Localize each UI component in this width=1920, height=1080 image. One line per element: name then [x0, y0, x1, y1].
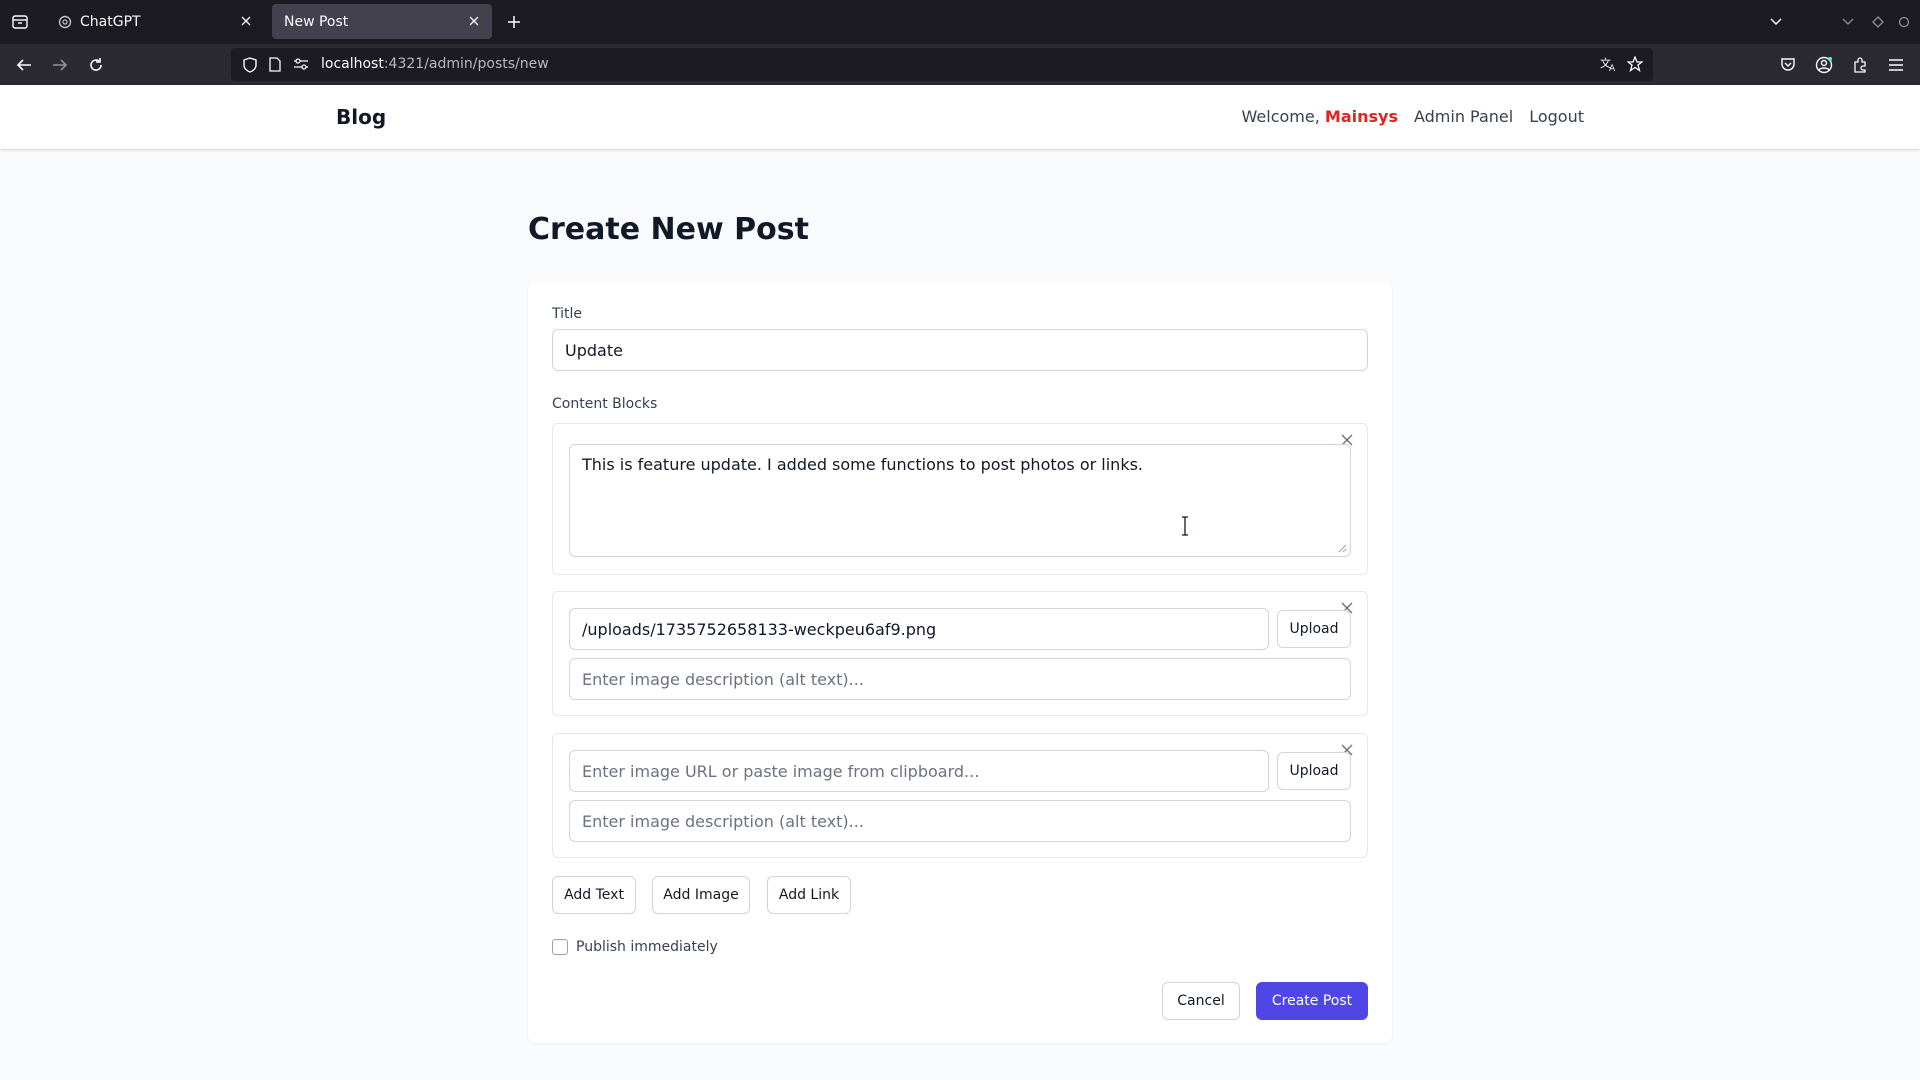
upload-button[interactable]: Upload — [1277, 610, 1351, 648]
add-text-button[interactable]: Add Text — [552, 876, 636, 914]
svg-text:A: A — [1609, 64, 1616, 72]
create-post-button[interactable]: Create Post — [1256, 982, 1368, 1020]
create-post-form: Title Update Content Blocks This is feat… — [528, 281, 1392, 1043]
text-content-block: This is feature update. I added some fun… — [552, 423, 1368, 575]
translate-icon[interactable]: 文A — [1600, 56, 1618, 72]
permissions-icon[interactable] — [293, 58, 309, 70]
address-bar[interactable]: localhost:4321/admin/posts/new 文A — [231, 48, 1653, 81]
text-cursor-icon — [1182, 516, 1188, 536]
image-content-block: /uploads/1735752658133-weckpeu6af9.png U… — [552, 591, 1368, 716]
tab-title: New Post — [284, 13, 349, 30]
publish-label[interactable]: Publish immediately — [576, 939, 718, 955]
image-alt-input[interactable]: Enter image description (alt text)... — [569, 658, 1351, 700]
reload-icon[interactable] — [84, 53, 108, 77]
menu-hamburger-icon[interactable] — [1884, 53, 1908, 77]
username: Mainsys — [1324, 107, 1398, 126]
upload-button[interactable]: Upload — [1277, 752, 1351, 790]
bookmark-star-icon[interactable] — [1627, 56, 1643, 72]
image-url-input[interactable]: Enter image URL or paste image from clip… — [569, 750, 1269, 792]
extensions-icon[interactable] — [1848, 53, 1872, 77]
add-link-button[interactable]: Add Link — [767, 876, 851, 914]
tab-chatgpt[interactable]: ChatGPT — [48, 4, 264, 39]
tab-title: ChatGPT — [80, 13, 141, 30]
close-icon[interactable] — [466, 13, 482, 29]
close-icon[interactable] — [238, 13, 254, 29]
tab-list-icon[interactable] — [8, 12, 32, 32]
text-block-value: This is feature update. I added some fun… — [582, 455, 1144, 474]
image-alt-input[interactable]: Enter image description (alt text)... — [569, 800, 1351, 842]
header-nav: Welcome, Mainsys Admin Panel Logout — [1242, 107, 1584, 126]
chatgpt-favicon-icon — [58, 15, 72, 29]
url-host: localhost — [321, 56, 384, 72]
publish-checkbox[interactable] — [552, 939, 568, 955]
welcome-text: Welcome, Mainsys — [1242, 107, 1398, 126]
minimize-icon[interactable] — [1838, 12, 1858, 32]
url-text[interactable]: localhost:4321/admin/posts/new — [321, 56, 549, 72]
logout-link[interactable]: Logout — [1529, 107, 1584, 126]
title-input[interactable]: Update — [552, 329, 1368, 371]
image-content-block: Enter image URL or paste image from clip… — [552, 733, 1368, 858]
page-title: Create New Post — [528, 212, 809, 247]
tab-new-post[interactable]: New Post — [272, 4, 492, 39]
back-arrow-icon[interactable] — [12, 53, 36, 77]
cancel-button[interactable]: Cancel — [1162, 982, 1240, 1020]
resize-grip-icon[interactable] — [1338, 544, 1347, 553]
title-label: Title — [552, 306, 583, 322]
admin-panel-link[interactable]: Admin Panel — [1414, 107, 1513, 126]
text-block-textarea[interactable]: This is feature update. I added some fun… — [569, 444, 1351, 557]
new-tab-plus-icon[interactable] — [502, 12, 526, 32]
maximize-icon[interactable] — [1868, 12, 1888, 32]
shield-icon[interactable] — [243, 57, 257, 73]
blog-brand-link[interactable]: Blog — [336, 105, 386, 129]
pocket-icon[interactable] — [1776, 53, 1800, 77]
browser-tab-bar: ChatGPT New Post — [0, 0, 1920, 44]
browser-nav-bar: localhost:4321/admin/posts/new 文A — [0, 44, 1920, 85]
account-icon[interactable] — [1812, 53, 1836, 77]
page-info-icon[interactable] — [269, 57, 281, 72]
forward-arrow-icon[interactable] — [48, 53, 72, 77]
content-blocks-label: Content Blocks — [552, 396, 658, 412]
tab-overflow-chevron-icon[interactable] — [1764, 12, 1788, 32]
site-header: Blog Welcome, Mainsys Admin Panel Logout — [0, 85, 1920, 149]
add-image-button[interactable]: Add Image — [652, 876, 750, 914]
window-close-icon[interactable] — [1894, 12, 1914, 32]
image-url-input[interactable]: /uploads/1735752658133-weckpeu6af9.png — [569, 608, 1269, 650]
welcome-prefix: Welcome, — [1241, 107, 1320, 126]
url-path: :4321/admin/posts/new — [383, 56, 549, 72]
